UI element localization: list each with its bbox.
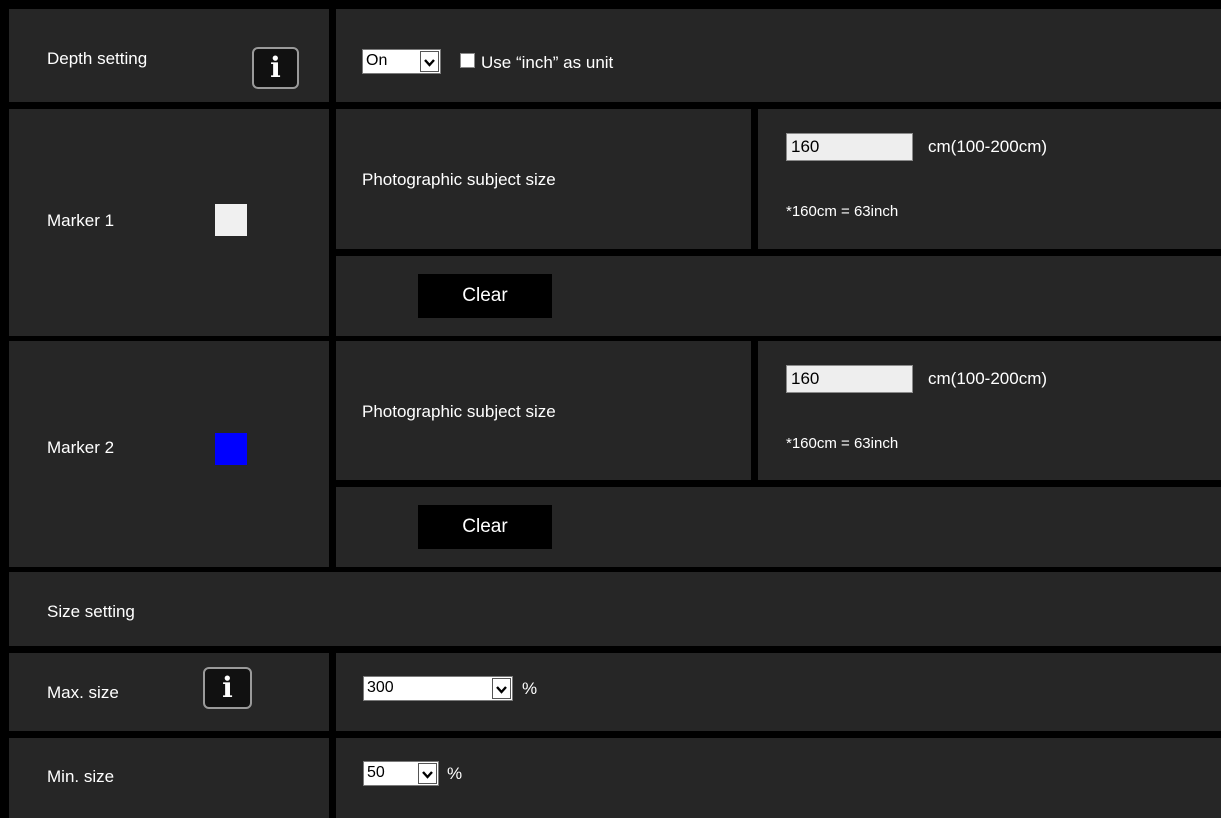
- depth-setting-select[interactable]: On: [362, 49, 441, 74]
- depth-setting-select-value: On: [366, 52, 388, 69]
- depth-setting-label: Depth setting: [47, 49, 148, 68]
- chevron-down-icon: [420, 51, 439, 72]
- chevron-down-icon: [492, 678, 511, 699]
- marker-1-subject-size-label: Photographic subject size: [362, 170, 556, 189]
- info-icon: i: [270, 51, 281, 84]
- max-size-label-cell: Max. size i: [9, 653, 329, 731]
- chevron-down-icon: [418, 763, 437, 784]
- marker-1-size-input[interactable]: [786, 133, 913, 161]
- marker-2-label-cell: Marker 2: [9, 341, 329, 567]
- min-size-select-value: 50: [367, 764, 385, 781]
- marker-1-size-range: cm(100-200cm): [928, 137, 1048, 156]
- marker-2-size-cell: cm(100-200cm) *160cm = 63inch: [758, 341, 1221, 480]
- marker-2-color-swatch: [215, 433, 247, 465]
- marker-2-label: Marker 2: [47, 438, 115, 457]
- marker-1-size-cell: cm(100-200cm) *160cm = 63inch: [758, 109, 1221, 249]
- min-size-label: Min. size: [47, 767, 115, 786]
- min-size-control-cell: 50 %: [336, 738, 1221, 818]
- min-size-unit: %: [447, 764, 463, 783]
- marker-1-clear-cell: Clear: [336, 256, 1221, 336]
- depth-setting-info-button[interactable]: i: [252, 47, 299, 89]
- marker-1-color-swatch: [215, 204, 247, 236]
- inch-unit-label: Use “inch” as unit: [481, 53, 614, 72]
- marker-1-label-cell: Marker 1: [9, 109, 329, 336]
- marker-1-clear-button[interactable]: Clear: [418, 274, 552, 318]
- marker-2-size-range: cm(100-200cm): [928, 369, 1048, 388]
- inch-unit-checkbox[interactable]: [460, 53, 475, 68]
- max-size-control-cell: 300 %: [336, 653, 1221, 731]
- max-size-info-button[interactable]: i: [203, 667, 252, 709]
- marker-2-subject-label-cell: Photographic subject size: [336, 341, 751, 480]
- max-size-unit: %: [522, 679, 538, 698]
- marker-2-size-input[interactable]: [786, 365, 913, 393]
- marker-1-subject-label-cell: Photographic subject size: [336, 109, 751, 249]
- size-setting-header: Size setting: [47, 602, 135, 621]
- max-size-select-value: 300: [367, 679, 394, 696]
- marker-1-conversion-note: *160cm = 63inch: [786, 203, 899, 220]
- depth-setting-label-cell: Depth setting i: [9, 9, 329, 102]
- marker-2-subject-size-label: Photographic subject size: [362, 402, 556, 421]
- info-icon: i: [222, 671, 233, 704]
- min-size-select[interactable]: 50: [363, 761, 439, 786]
- min-size-label-cell: Min. size: [9, 738, 329, 818]
- depth-setting-control-cell: On Use “inch” as unit: [336, 9, 1221, 102]
- marker-2-clear-button[interactable]: Clear: [418, 505, 552, 549]
- marker-2-conversion-note: *160cm = 63inch: [786, 435, 899, 452]
- max-size-select[interactable]: 300: [363, 676, 513, 701]
- marker-2-clear-cell: Clear: [336, 487, 1221, 567]
- size-setting-header-cell: Size setting: [9, 572, 1221, 646]
- marker-1-label: Marker 1: [47, 211, 115, 230]
- max-size-label: Max. size: [47, 683, 119, 702]
